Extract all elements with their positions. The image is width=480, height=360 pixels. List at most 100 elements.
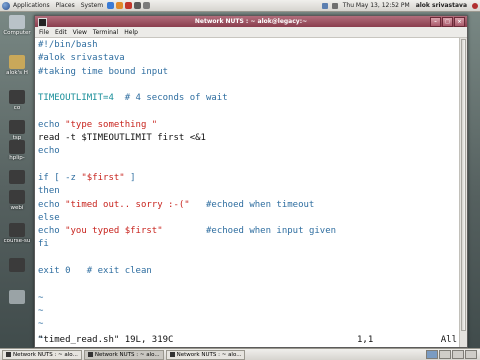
desktop-icon-computer[interactable]: Computer — [2, 15, 32, 36]
code-token: #echoed when timeout — [189, 199, 315, 210]
code-line: #alok srivastava — [38, 52, 460, 65]
desktop-icon-folder[interactable]: tsp — [2, 120, 32, 141]
desktop-icon-home[interactable]: alok's H — [2, 55, 32, 76]
user-name[interactable]: alok srivastava — [413, 2, 470, 9]
terminal-launcher-icon[interactable] — [134, 2, 142, 9]
menu-help[interactable]: Help — [124, 29, 138, 36]
scrollbar[interactable] — [459, 38, 467, 347]
desktop-icon-folder[interactable]: course-su — [2, 223, 32, 244]
menu-file[interactable]: File — [39, 29, 49, 36]
desktop-icon-folder[interactable] — [2, 258, 32, 273]
network-tray-icon[interactable] — [321, 2, 328, 9]
menu-bar: File Edit View Terminal Help — [35, 27, 467, 38]
code-line: #!/bin/bash — [38, 39, 460, 52]
cursor-position: 1,1 — [357, 335, 374, 345]
vim-editor[interactable]: #!/bin/bash #alok srivastava #taking time … — [35, 38, 460, 347]
desktop-icon-folder[interactable] — [2, 170, 32, 185]
code-token: "type something " — [65, 119, 158, 130]
taskbar-item[interactable]: Network NUTS : ~ alo... — [2, 349, 82, 360]
menu-edit[interactable]: Edit — [55, 29, 67, 36]
scrollbar-thumb[interactable] — [461, 39, 466, 331]
code-token: echo — [38, 146, 60, 157]
close-button[interactable]: × — [454, 17, 465, 27]
app-launcher-icon[interactable] — [143, 2, 151, 9]
scroll-percent: All — [440, 335, 457, 345]
code-token: # exit clean — [70, 266, 152, 277]
code-token: #!/bin/bash — [38, 40, 98, 50]
file-info: "timed_read.sh" 19L, 319C — [38, 335, 174, 345]
folder-icon — [9, 170, 25, 184]
power-icon[interactable] — [472, 2, 478, 9]
system-menu[interactable]: System — [78, 2, 106, 9]
bottom-panel: Network NUTS : ~ alo... Network NUTS : ~… — [0, 348, 480, 360]
desktop-icon-label: hplip- — [9, 155, 25, 161]
clock[interactable]: Thu May 13, 12:52 PM — [340, 2, 413, 9]
code-token: ] — [124, 172, 136, 183]
taskbar-item-active[interactable]: Network NUTS : ~ alo... — [83, 349, 164, 360]
trash-icon — [9, 290, 25, 304]
code-token: fi — [38, 239, 49, 250]
minimize-button[interactable]: – — [430, 17, 441, 27]
code-line: echo "timed out.. sorry :-(" #echoed whe… — [38, 199, 460, 212]
desktop-icon-folder[interactable]: webi — [2, 190, 32, 211]
menu-view[interactable]: View — [73, 29, 87, 36]
window-title: Network NUTS : ~ alok@legacy:~ — [194, 18, 308, 25]
code-line: echo — [38, 145, 460, 158]
code-line: fi — [38, 238, 460, 251]
code-token: #echoed when input given — [162, 226, 337, 237]
help-launcher-icon[interactable] — [125, 2, 133, 9]
code-line: TIMEOUTLIMIT=4 # 4 seconds of wait — [38, 92, 460, 105]
folder-icon — [9, 223, 25, 237]
code-token: then — [38, 186, 60, 197]
code-token: "$first" — [81, 172, 125, 183]
folder-icon — [9, 140, 25, 154]
code-line: ~ — [38, 305, 460, 318]
code-token: ~ — [38, 305, 44, 316]
window-titlebar[interactable]: Network NUTS : ~ alok@legacy:~ – □ × — [35, 16, 467, 27]
folder-icon — [9, 258, 25, 272]
workspace-4[interactable] — [465, 350, 477, 359]
taskbar-item-label: Network NUTS : ~ alo... — [94, 351, 160, 358]
computer-icon — [9, 15, 25, 29]
mail-launcher-icon[interactable] — [116, 2, 124, 9]
desktop-icon-folder[interactable]: co — [2, 90, 32, 111]
taskbar-item-label: Network NUTS : ~ alo... — [176, 351, 242, 358]
browser-launcher-icon[interactable] — [107, 2, 115, 9]
code-token: # 4 seconds of wait — [113, 93, 228, 104]
code-token: TIMEOUTLIMIT=4 — [38, 93, 114, 104]
desktop-icon-label: alok's H — [6, 70, 28, 76]
fedora-logo-icon[interactable] — [2, 1, 10, 10]
code-token: ~ — [38, 319, 44, 330]
folder-icon — [9, 190, 25, 204]
code-line: ~ — [38, 318, 460, 331]
applications-menu[interactable]: Applications — [10, 2, 53, 9]
desktop-icon-label: co — [13, 105, 21, 111]
maximize-button[interactable]: □ — [442, 17, 453, 27]
volume-tray-icon[interactable] — [331, 2, 338, 9]
code-token: echo — [38, 199, 66, 210]
taskbar-item-label: Network NUTS : ~ alo... — [13, 351, 78, 358]
places-menu[interactable]: Places — [53, 2, 78, 9]
menu-terminal[interactable]: Terminal — [93, 29, 118, 36]
code-line: ~ — [38, 292, 460, 305]
top-panel: Applications Places System Thu May 13, 1… — [0, 0, 480, 12]
code-line: echo "you typed $first" #echoed when inp… — [38, 225, 460, 238]
terminal-window: Network NUTS : ~ alok@legacy:~ – □ × Fil… — [34, 15, 468, 348]
workspace-1[interactable] — [426, 350, 438, 359]
code-line: then — [38, 185, 460, 198]
workspace-3[interactable] — [452, 350, 464, 359]
home-folder-icon — [9, 55, 25, 69]
code-line: if [ -z "$first" ] — [38, 172, 460, 185]
folder-icon — [9, 90, 25, 104]
terminal-icon — [87, 352, 93, 357]
desktop-icon-folder[interactable]: hplip- — [2, 140, 32, 161]
workspace-2[interactable] — [439, 350, 451, 359]
code-token: "timed out.. sorry :-(" — [65, 199, 190, 210]
folder-icon — [9, 120, 25, 134]
desktop-icon-trash[interactable] — [2, 290, 32, 305]
code-line: read -t $TIMEOUTLIMIT first <&1 — [38, 132, 460, 145]
taskbar-item[interactable]: Network NUTS : ~ alo... — [165, 349, 246, 360]
